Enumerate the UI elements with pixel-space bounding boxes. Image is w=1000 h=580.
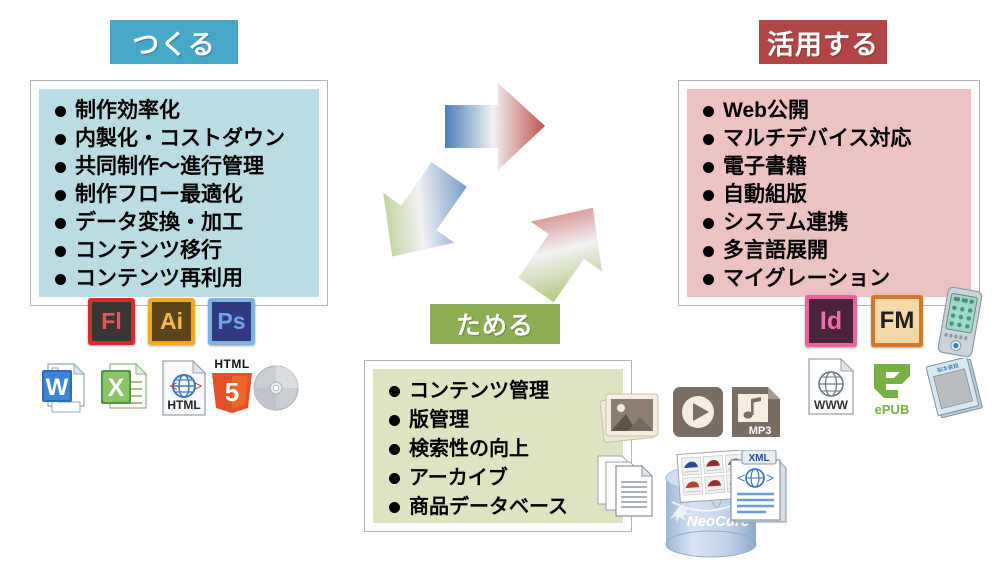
pda-device-icon [930,286,990,358]
framemaker-icon-label: FM [879,307,915,334]
list-item: 共同制作〜進行管理 [55,153,319,181]
use-item-list: Web公開 マルチデバイス対応 電子書籍 自動組版 システム連携 多言語展開 マ… [687,89,971,293]
list-item: システム連携 [703,209,971,237]
bullet-dot-icon [55,133,66,145]
svg-text:<: < [169,379,178,395]
bullet-dot-icon [55,217,66,229]
photo-stack-icon [599,386,664,444]
xml-file-icon-label: XML [748,453,769,464]
list-item: 版管理 [389,406,623,435]
word-doc-icon-label: W [46,374,69,401]
stage-panel-store: コンテンツ管理 版管理 検索性の向上 アーカイブ 商品データベース [364,360,632,532]
epub-logo-icon: ePUB [862,356,922,418]
www-file-icon: WWW [806,357,856,416]
stage-header-create: つくる [108,18,240,66]
bullet-dot-icon [55,245,66,257]
excel-doc-icon-label: X [108,374,125,402]
svg-text:>: > [194,379,203,395]
mp3-file-icon: MP3 [730,386,782,438]
html-file-icon: < > HTML [160,359,208,416]
bullet-dot-icon [703,133,714,145]
arrow-create-to-store [383,162,467,257]
stage-header-store-label: ためる [428,302,562,346]
bullet-dot-icon [703,161,714,173]
word-doc-icon: W [40,362,90,414]
list-item: Web公開 [703,97,971,125]
flash-icon: Fl [88,298,135,345]
list-item: 内製化・コストダウン [55,125,319,153]
list-item: コンテンツ移行 [55,237,319,265]
illustrator-icon-label: Ai [160,308,183,334]
bullet-dot-icon [389,473,400,484]
bullet-dot-icon [389,415,400,426]
html5-logo-icon: HTML 5 [206,356,258,414]
list-item: 制作フロー最適化 [55,181,319,209]
process-cycle-arrows [355,78,625,303]
photoshop-icon-label: Ps [217,308,246,334]
stage-header-store: ためる [428,302,562,346]
list-item: 自動組版 [703,181,971,209]
svg-text:<: < [737,471,746,487]
bullet-dot-icon [389,444,400,455]
stage-header-create-label: つくる [108,18,240,66]
stage-panel-create-fill: 制作効率化 内製化・コストダウン 共同制作〜進行管理 制作フロー最適化 データ変… [39,89,319,297]
framemaker-icon: FM [871,295,923,347]
stage-panel-use-fill: Web公開 マルチデバイス対応 電子書籍 自動組版 システム連携 多言語展開 マ… [687,89,971,297]
list-item: 検索性の向上 [389,435,623,464]
list-item: コンテンツ再利用 [55,265,319,293]
bullet-dot-icon [389,386,400,397]
bullet-dot-icon [703,217,714,229]
illustrator-icon: Ai [148,298,195,345]
epub-logo-label: ePUB [875,402,910,417]
xml-file-icon: < > XML [726,449,792,528]
stage-panel-store-fill: コンテンツ管理 版管理 検索性の向上 アーカイブ 商品データベース [373,369,623,523]
list-item: マルチデバイス対応 [703,125,971,153]
html-file-icon-label: HTML [167,398,200,412]
arrow-create-to-use [445,83,545,170]
create-item-list: 制作効率化 内製化・コストダウン 共同制作〜進行管理 制作フロー最適化 データ変… [39,89,319,293]
svg-text:>: > [766,471,775,487]
stage-header-use: 活用する [757,18,889,66]
html5-logo-number: 5 [225,377,239,407]
bullet-dot-icon [55,189,66,201]
list-item: 商品データベース [389,493,623,522]
stage-panel-create: 制作効率化 内製化・コストダウン 共同制作〜進行管理 制作フロー最適化 データ変… [30,80,328,306]
bullet-dot-icon [703,245,714,257]
bullet-dot-icon [703,189,714,201]
arrow-store-to-use [518,207,602,303]
bullet-dot-icon [55,273,66,285]
excel-doc-icon: X [100,362,150,414]
photoshop-icon: Ps [208,298,255,345]
video-play-icon [672,386,724,438]
bullet-dot-icon [55,105,66,117]
list-item: アーカイブ [389,464,623,493]
stage-header-use-label: 活用する [757,18,889,66]
indesign-icon-label: Id [819,306,843,335]
html5-logo-top-label: HTML [214,357,249,371]
list-item: コンテンツ管理 [389,377,623,406]
flash-icon-label: Fl [101,308,122,334]
bullet-dot-icon [55,161,66,173]
bullet-dot-icon [703,105,714,117]
document-stack-icon [596,452,670,520]
bullet-dot-icon [389,502,400,513]
bullet-dot-icon [703,273,714,285]
diagram-canvas: つくる 制作効率化 内製化・コストダウン 共同制作〜進行管理 制作フロー最適化 … [0,0,1000,580]
stage-panel-use: Web公開 マルチデバイス対応 電子書籍 自動組版 システム連携 多言語展開 マ… [678,80,980,306]
list-item: 制作効率化 [55,97,319,125]
www-file-icon-label: WWW [814,398,849,412]
list-item: 多言語展開 [703,237,971,265]
list-item: 電子書籍 [703,153,971,181]
mp3-file-icon-label: MP3 [749,425,772,437]
list-item: データ変換・加工 [55,209,319,237]
store-item-list: コンテンツ管理 版管理 検索性の向上 アーカイブ 商品データベース [373,369,623,522]
disc-icon [252,364,300,412]
indesign-icon: Id [805,295,857,347]
printed-book-icon: 製本書籍 [925,356,991,419]
